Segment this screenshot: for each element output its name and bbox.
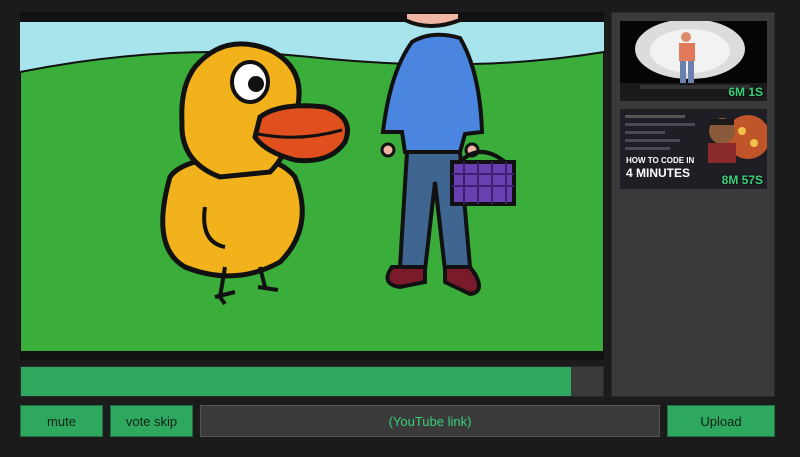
playback-progress-fill: [21, 367, 571, 396]
queue-item-duration: 8M 57S: [721, 173, 763, 187]
playback-progress-bar[interactable]: [20, 366, 604, 397]
queue-item-2[interactable]: HOW TO CODE IN 4 MINUTES 8M 57S: [620, 109, 767, 189]
queue-item-1[interactable]: 6M 1S: [620, 21, 767, 101]
video-frame: [20, 12, 604, 360]
video-queue: 6M 1S HOW TO CODE IN 4 MINUTES 8M 57S: [611, 12, 775, 397]
upload-button[interactable]: Upload: [667, 405, 775, 437]
thumbnail-title-line-2: 4 MINUTES: [626, 166, 690, 180]
youtube-link-input[interactable]: [200, 405, 660, 437]
queue-item-duration: 6M 1S: [728, 85, 763, 99]
mute-button[interactable]: mute: [20, 405, 103, 437]
thumbnail-title-line-1: HOW TO CODE IN: [626, 156, 695, 165]
video-player[interactable]: [20, 12, 604, 360]
vote-skip-button[interactable]: vote skip: [110, 405, 193, 437]
watch-party-app: 6M 1S HOW TO CODE IN 4 MINUTES 8M 57S mu…: [0, 0, 800, 457]
